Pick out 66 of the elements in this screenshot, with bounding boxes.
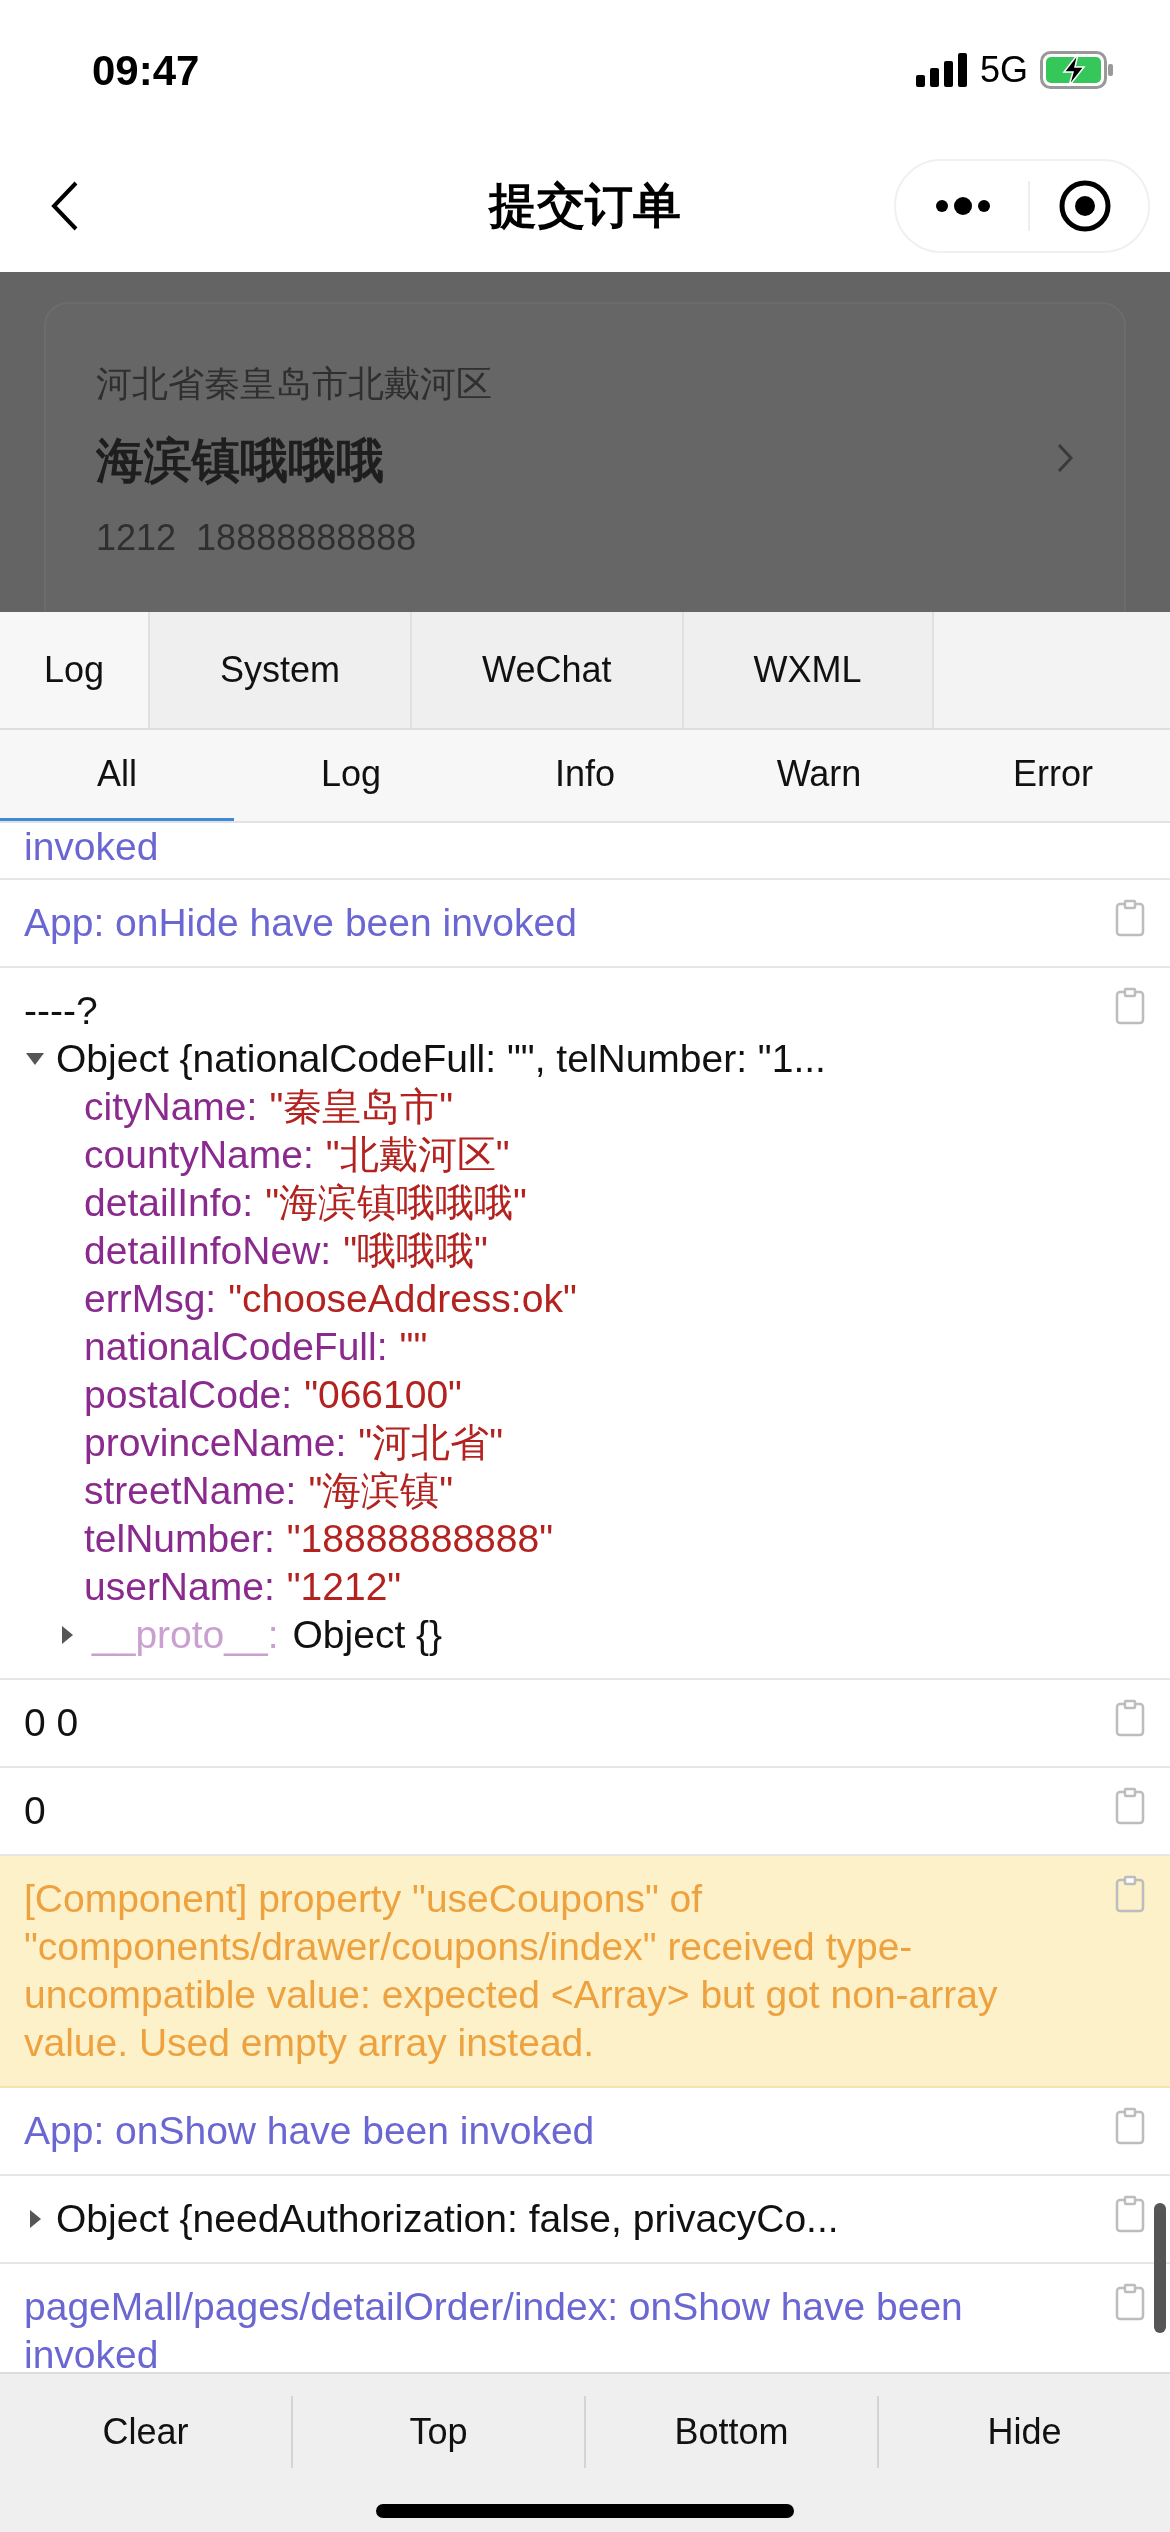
copy-icon[interactable] (1115, 1787, 1145, 1825)
property-key: userName: (84, 1563, 275, 1611)
property-key: detailInfoNew: (84, 1227, 332, 1275)
signal-icon (915, 53, 968, 87)
property-key: __proto__: (92, 1611, 279, 1659)
property-key: provinceName: (84, 1419, 347, 1467)
property-key: telNumber: (84, 1515, 275, 1563)
chevron-right-icon (1056, 442, 1074, 474)
scrollbar[interactable] (1154, 2203, 1166, 2333)
copy-icon[interactable] (1115, 2195, 1145, 2233)
property-key: cityName: (84, 1083, 258, 1131)
object-summary[interactable]: Object {nationalCodeFull: "", telNumber: "1... (56, 1035, 826, 1083)
property-value: "河北省" (358, 1420, 503, 1466)
property-value: "秦皇岛市" (269, 1084, 454, 1130)
property-key: postalCode: (84, 1371, 293, 1419)
console-button[interactable]: Hide (967, 2396, 1082, 2468)
object-summary[interactable]: Object {needAuthorization: false, privacyCo... (56, 2195, 839, 2243)
property-value: "chooseAddress:ok" (228, 1276, 577, 1322)
back-icon[interactable] (50, 180, 80, 232)
status-time: 09:47 (92, 45, 200, 96)
log-message: App: onHide have been invoked (24, 900, 577, 946)
address-detail: 海滨镇哦哦哦 (96, 433, 385, 489)
property-value: "1212" (286, 1564, 402, 1610)
copy-icon[interactable] (1115, 2107, 1145, 2145)
panel-tab[interactable]: WeChat (412, 612, 684, 728)
close-target-icon[interactable] (1058, 179, 1112, 233)
property-key: streetName: (84, 1467, 297, 1515)
property-key: nationalCodeFull: (84, 1323, 388, 1371)
network-type: 5G (979, 48, 1028, 92)
property-key: countyName: (84, 1131, 314, 1179)
property-value: "哦哦哦" (343, 1228, 488, 1274)
copy-icon[interactable] (1115, 1699, 1145, 1737)
property-value: "北戴河区" (325, 1132, 510, 1178)
panel-tab[interactable]: System (150, 612, 413, 728)
console-button[interactable]: Bottom (654, 2396, 809, 2468)
charging-battery-icon (1040, 51, 1114, 89)
log-message: 0 0 (24, 1700, 79, 1746)
property-value: "海滨镇" (308, 1468, 454, 1514)
copy-icon[interactable] (1115, 1875, 1145, 1913)
console-button[interactable]: Clear (82, 2396, 209, 2468)
log-message: ----? (24, 988, 99, 1034)
property-value: "海滨镇哦哦哦" (265, 1180, 527, 1226)
copy-icon[interactable] (1115, 899, 1145, 937)
property-key: detailInfo: (84, 1179, 254, 1227)
log-message: 0 (24, 1788, 46, 1834)
property-value: "18888888888" (286, 1516, 553, 1562)
panel-tab[interactable]: Log (0, 612, 151, 728)
copy-icon[interactable] (1115, 2283, 1145, 2321)
console-button[interactable]: Top (389, 2396, 488, 2468)
property-value: "" (399, 1324, 428, 1370)
log-message: App: onShow have been invoked (24, 2108, 595, 2154)
log-message: invoked (24, 824, 159, 870)
copy-icon[interactable] (1115, 987, 1145, 1025)
property-value: "066100" (304, 1372, 462, 1418)
address-contact: 1212 18888888888 (96, 516, 418, 560)
property-value: Object {} (292, 1612, 443, 1658)
filter-tab[interactable]: Info (468, 730, 702, 821)
filter-tab[interactable]: Warn (702, 730, 936, 821)
filter-tab[interactable]: Log (234, 730, 468, 821)
log-message: pageMall/pages/detailOrder/index: onShow have been invoked (24, 2284, 964, 2372)
panel-tab[interactable]: WXML (683, 612, 934, 728)
filter-tab[interactable]: Error (936, 730, 1170, 821)
warning-message: [Component] property "useCoupons" of "components/drawer/coupons/index" received type-uncompatible value: expected <Array> but got non-array value. Used empty array instead. (24, 1876, 999, 2066)
more-icon[interactable] (934, 196, 992, 216)
property-key: errMsg: (84, 1275, 217, 1323)
page-title: 提交订单 (489, 178, 681, 234)
